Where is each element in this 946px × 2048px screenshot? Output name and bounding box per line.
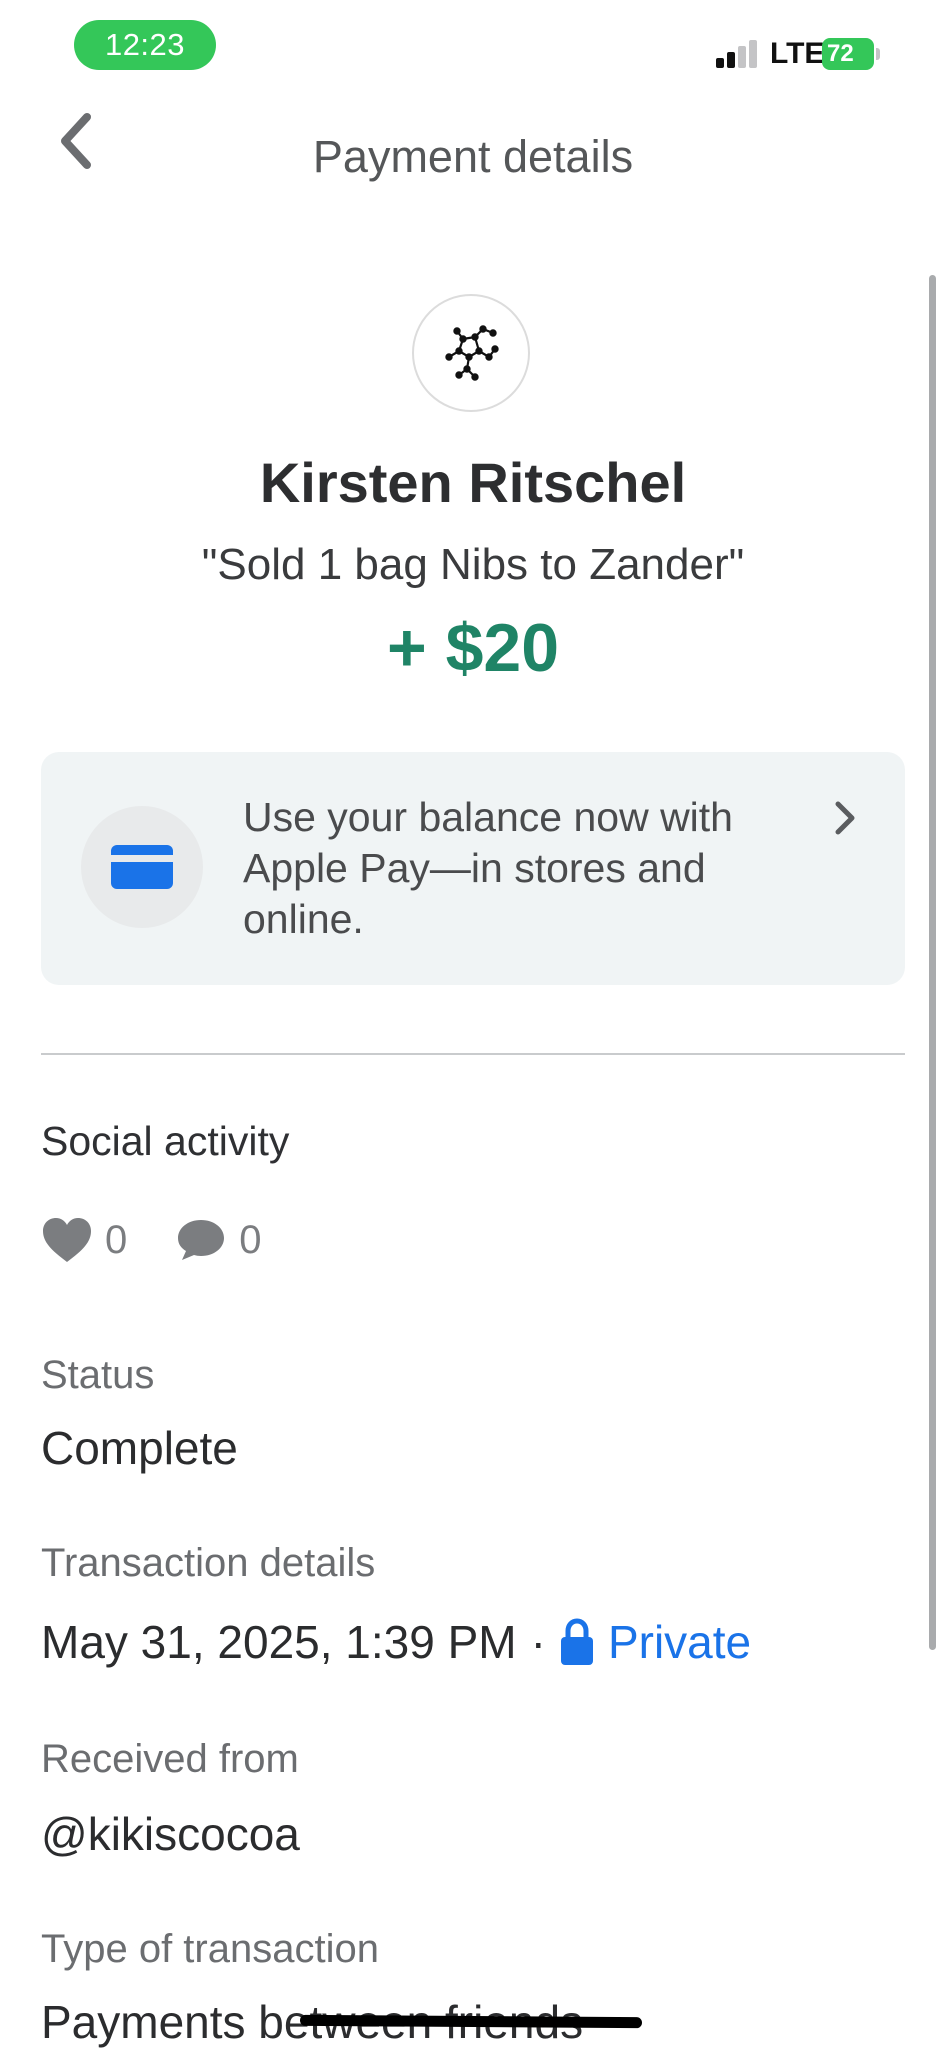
section-divider — [41, 1053, 905, 1055]
payment-amount: + $20 — [386, 610, 560, 686]
social-activity-title: Social activity — [41, 1118, 290, 1164]
received-from-label: Received from — [41, 1737, 299, 1781]
battery-level: 72 — [822, 38, 874, 70]
credit-card-icon — [111, 845, 173, 889]
received-from-username[interactable]: @kikiscocoa — [41, 1806, 300, 1862]
like-count: 0 — [105, 1218, 128, 1262]
chevron-right-icon[interactable] — [832, 800, 858, 841]
comment-bubble-icon — [178, 1220, 225, 1260]
separator-dot: · — [530, 1616, 546, 1668]
cellular-signal-icon — [716, 40, 760, 68]
promo-text: Use your balance now with Apple Pay—in s… — [243, 794, 733, 942]
counterparty-name[interactable]: Kirsten Ritschel — [0, 450, 946, 516]
like-button[interactable]: 0 — [41, 1215, 127, 1265]
comment-button[interactable]: 0 — [175, 1215, 262, 1265]
status-time: 12:23 — [74, 20, 216, 70]
heart-icon — [43, 1218, 91, 1262]
payment-details-screen: 12:23 LTE 72 Payment details Kirsten Rit… — [0, 0, 946, 2048]
status-bar: 12:23 LTE 72 — [0, 0, 946, 90]
molecule-logo-icon — [445, 325, 499, 381]
privacy-setting-link[interactable]: Private — [560, 1615, 751, 1669]
transaction-date: May 31, 2025, 1:39 PM — [41, 1616, 517, 1668]
status-value: Complete — [41, 1422, 238, 1474]
promo-icon-circle — [81, 806, 203, 928]
network-type: LTE — [770, 37, 825, 70]
status-label: Status — [41, 1353, 155, 1397]
battery-icon: 72 — [822, 38, 880, 70]
comment-count: 0 — [239, 1218, 262, 1262]
transaction-details-label: Transaction details — [41, 1541, 376, 1585]
transaction-details-row: May 31, 2025, 1:39 PM · Private — [41, 1612, 751, 1672]
transaction-type-label: Type of transaction — [41, 1927, 379, 1971]
page-title: Payment details — [312, 131, 634, 182]
avatar[interactable] — [412, 294, 530, 412]
apple-pay-promo-card[interactable]: Use your balance now with Apple Pay—in s… — [41, 752, 905, 985]
social-activity-row: 0 0 — [41, 1210, 262, 1270]
lock-icon — [560, 1618, 594, 1666]
privacy-label: Private — [607, 1616, 752, 1668]
payment-note: "Sold 1 bag Nibs to Zander" — [201, 540, 745, 589]
